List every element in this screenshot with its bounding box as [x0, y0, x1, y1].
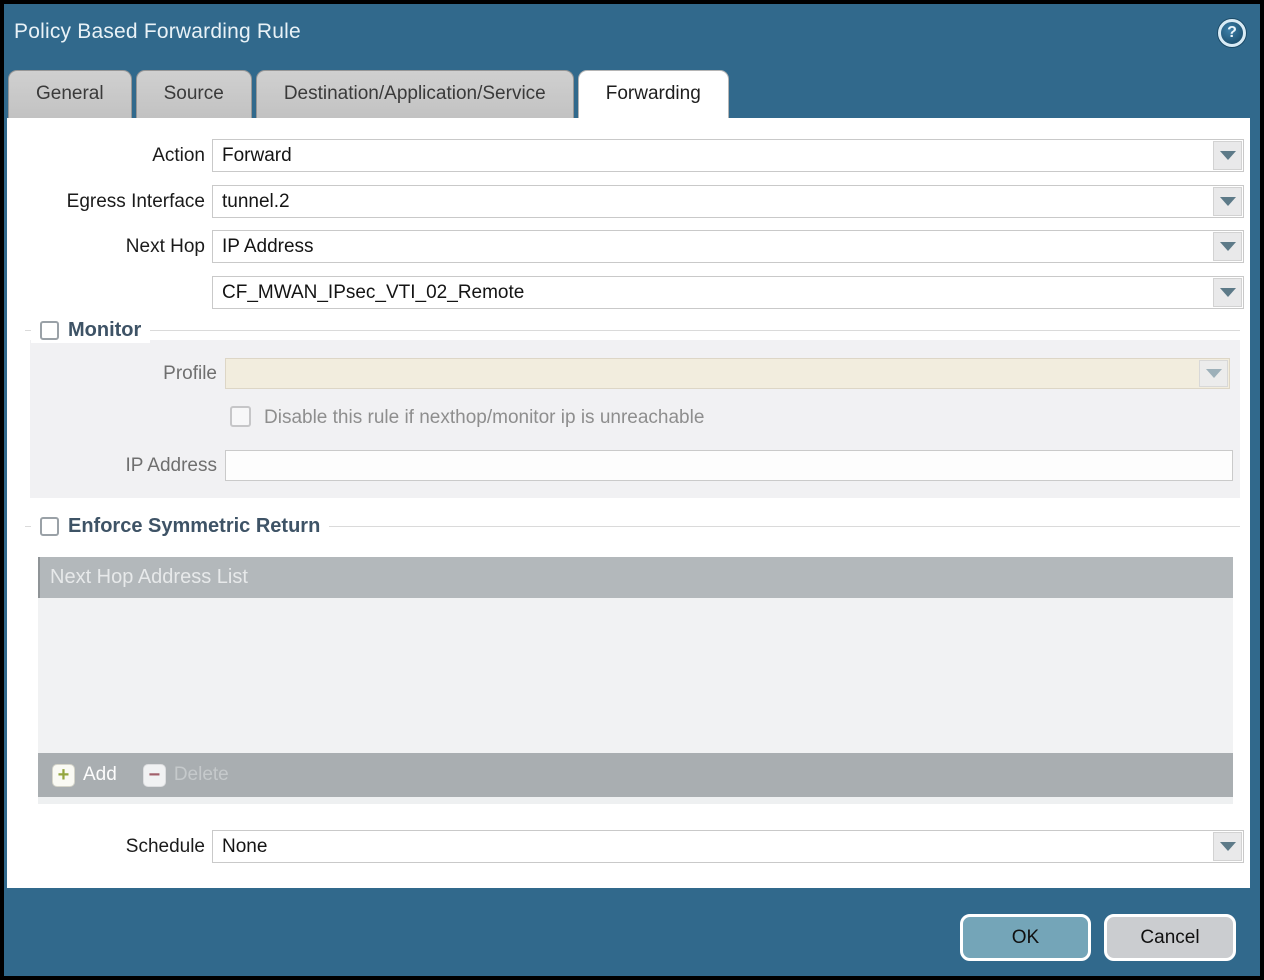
add-button[interactable]: + Add: [52, 764, 117, 787]
plus-icon: +: [52, 764, 75, 787]
enforce-symmetric-return-legend: Enforce Symmetric Return: [31, 513, 329, 539]
egress-interface-label: Egress Interface: [7, 185, 205, 218]
profile-row: Profile: [30, 358, 1240, 389]
chevron-down-icon: [1220, 242, 1236, 251]
chevron-down-icon: [1220, 151, 1236, 160]
action-label: Action: [7, 139, 205, 172]
enforce-symmetric-return-legend-label: Enforce Symmetric Return: [68, 515, 320, 538]
table-bottom-strip: [38, 797, 1233, 804]
disable-rule-row: Disable this rule if nexthop/monitor ip …: [30, 406, 1240, 432]
next-hop-dropdown-button[interactable]: [1213, 232, 1242, 261]
tab-bar: General Source Destination/Application/S…: [8, 70, 729, 118]
monitor-ip-address-label: IP Address: [30, 450, 217, 481]
monitor-checkbox[interactable]: [40, 321, 59, 340]
next-hop-value: IP Address: [222, 236, 314, 258]
monitor-ip-address-row: IP Address: [30, 450, 1240, 481]
delete-button[interactable]: − Delete: [143, 764, 229, 787]
egress-interface-dropdown-button[interactable]: [1213, 187, 1242, 216]
add-button-label: Add: [83, 764, 117, 786]
schedule-row: Schedule None: [7, 830, 1250, 863]
chevron-down-icon: [1206, 369, 1222, 378]
disable-rule-label: Disable this rule if nexthop/monitor ip …: [264, 406, 704, 430]
minus-icon: −: [143, 764, 166, 787]
action-dropdown-button[interactable]: [1213, 141, 1242, 170]
action-row: Action Forward: [7, 139, 1250, 172]
monitor-legend: Monitor: [31, 317, 150, 343]
egress-interface-row: Egress Interface tunnel.2: [7, 185, 1250, 218]
monitor-group: Profile Disable this rule if nexthop/mon…: [30, 340, 1240, 498]
next-hop-row: Next Hop IP Address: [7, 230, 1250, 263]
enforce-symmetric-return-checkbox[interactable]: [40, 517, 59, 536]
chevron-down-icon: [1220, 842, 1236, 851]
tab-forwarding[interactable]: Forwarding: [578, 70, 729, 118]
next-hop-address-list-table: Next Hop Address List + Add − Delete: [38, 557, 1233, 804]
monitor-group-border: [25, 330, 1240, 331]
tab-destination-application-service[interactable]: Destination/Application/Service: [256, 70, 574, 118]
chevron-down-icon: [1220, 197, 1236, 206]
next-hop-address-list-body: [38, 598, 1233, 753]
next-hop-address-list-header: Next Hop Address List: [38, 557, 1233, 598]
egress-interface-select[interactable]: tunnel.2: [212, 185, 1244, 218]
chevron-down-icon: [1220, 288, 1236, 297]
next-hop-address-list-header-label: Next Hop Address List: [50, 566, 248, 589]
disable-rule-checkbox[interactable]: [230, 406, 251, 427]
next-hop-address-dropdown-button[interactable]: [1213, 278, 1242, 307]
profile-dropdown-button[interactable]: [1199, 360, 1228, 387]
cancel-button[interactable]: Cancel: [1104, 914, 1236, 961]
next-hop-select[interactable]: IP Address: [212, 230, 1244, 263]
tab-source[interactable]: Source: [136, 70, 252, 118]
next-hop-label: Next Hop: [7, 230, 205, 263]
schedule-select[interactable]: None: [212, 830, 1244, 863]
schedule-label: Schedule: [7, 830, 205, 863]
schedule-value: None: [222, 836, 267, 858]
ok-button[interactable]: OK: [960, 914, 1091, 961]
monitor-ip-address-input[interactable]: [225, 450, 1233, 481]
policy-based-forwarding-dialog: Policy Based Forwarding Rule ? General S…: [4, 4, 1260, 976]
next-hop-address-row: CF_MWAN_IPsec_VTI_02_Remote: [7, 276, 1250, 309]
help-icon[interactable]: ?: [1218, 19, 1246, 47]
delete-button-label: Delete: [174, 764, 229, 786]
tab-general[interactable]: General: [8, 70, 132, 118]
table-toolbar: + Add − Delete: [38, 753, 1233, 797]
next-hop-address-value: CF_MWAN_IPsec_VTI_02_Remote: [222, 282, 524, 304]
monitor-legend-label: Monitor: [68, 319, 141, 342]
profile-select[interactable]: [225, 358, 1230, 389]
schedule-dropdown-button[interactable]: [1213, 832, 1242, 861]
action-value: Forward: [222, 145, 292, 167]
forwarding-tab-panel: Action Forward Egress Interface tunnel.2: [7, 118, 1250, 888]
action-select[interactable]: Forward: [212, 139, 1244, 172]
next-hop-address-select[interactable]: CF_MWAN_IPsec_VTI_02_Remote: [212, 276, 1244, 309]
dialog-title: Policy Based Forwarding Rule: [14, 20, 301, 44]
egress-interface-value: tunnel.2: [222, 191, 290, 213]
profile-label: Profile: [30, 358, 217, 389]
